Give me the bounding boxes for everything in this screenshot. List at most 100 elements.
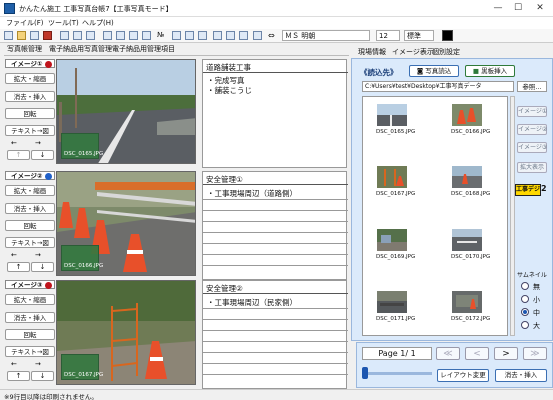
digi-badge[interactable]: 工事デジ — [515, 184, 541, 196]
move-down-button-2[interactable]: ↓ — [31, 262, 54, 272]
swap-icon[interactable]: ⇔ — [268, 31, 275, 40]
thumbnail-image[interactable] — [377, 104, 407, 126]
rotate-button-1[interactable]: 回転 — [5, 108, 55, 119]
thumbnail-image[interactable] — [452, 166, 482, 188]
blackboard-insert-button[interactable]: ■ 黒板挿入 — [465, 65, 515, 77]
image-slot-button-3[interactable]: イメージ③ — [517, 142, 547, 153]
size-medium-radio[interactable] — [521, 308, 529, 316]
size-large-label: 大 — [533, 322, 540, 330]
align-right-icon[interactable] — [239, 31, 248, 40]
print-icon[interactable] — [142, 31, 151, 40]
thumbnail-image[interactable] — [452, 229, 482, 251]
note-card-2[interactable]: 安全管理① ・工事現場周辺（道路側） — [202, 171, 348, 280]
zoom-view-button[interactable]: 拡大表示 — [517, 162, 547, 173]
last-page-button[interactable]: ≫ — [523, 347, 547, 360]
tab-image-view[interactable]: イメージ表示 — [392, 47, 434, 57]
zoom-in-icon[interactable] — [103, 31, 112, 40]
right-arrow-icon[interactable]: → — [35, 360, 41, 368]
copy-page-icon[interactable] — [198, 31, 207, 40]
first-page-button[interactable]: ≪ — [436, 347, 460, 360]
thumbnail-scrollbar[interactable] — [510, 96, 515, 336]
card-rule — [203, 210, 348, 211]
open-folder-icon[interactable] — [17, 31, 26, 40]
color-swatch[interactable] — [442, 30, 453, 41]
tab-e-delivery-items[interactable]: 電子納品用管理項目 — [112, 44, 175, 55]
thumbnail-image[interactable] — [377, 291, 407, 313]
size-small-radio[interactable] — [521, 295, 529, 303]
menu-file[interactable]: ファイル(F) — [6, 18, 44, 28]
zoom-button-2[interactable]: 拡大・縮画 — [5, 185, 55, 196]
tab-e-delivery-photo[interactable]: 電子納品用写真管理 — [49, 44, 112, 55]
rotate-button-2[interactable]: 回転 — [5, 220, 55, 231]
align-left-icon[interactable] — [213, 31, 222, 40]
tab-individual-settings[interactable]: 個別設定 — [432, 47, 460, 57]
blackboard-overlay: DSC_0166.JPG — [61, 245, 103, 271]
picture-tool-icon[interactable] — [185, 31, 194, 40]
page-slider-thumb[interactable] — [362, 367, 368, 379]
note-card-1[interactable]: 道路舗装工事 ・完成写真 ・舗装こうじ — [202, 59, 348, 168]
font-size-select[interactable]: 12 — [376, 30, 400, 41]
photo-read-button[interactable]: ◙ 写真読込 — [409, 65, 459, 77]
right-arrow-icon[interactable]: → — [35, 139, 41, 147]
thumbnail-image[interactable] — [377, 229, 407, 251]
minimize-button[interactable]: — — [490, 0, 506, 16]
text-to-image-button-1[interactable]: テキスト→図 — [5, 125, 55, 136]
cut-icon[interactable] — [60, 31, 69, 40]
pdf-icon[interactable] — [43, 31, 52, 40]
align-center-icon[interactable] — [226, 31, 235, 40]
new-file-icon[interactable] — [4, 31, 13, 40]
close-button[interactable]: ✕ — [532, 0, 548, 16]
save-icon[interactable] — [30, 31, 39, 40]
fit-page-icon[interactable] — [129, 31, 138, 40]
thumbnail-image[interactable] — [452, 104, 482, 126]
prev-page-button[interactable]: < — [465, 347, 489, 360]
left-arrow-icon[interactable]: ← — [11, 360, 17, 368]
folder-path-field[interactable]: C:¥Users¥test¥Desktop¥工事写真データ — [362, 81, 514, 92]
maximize-button[interactable]: ☐ — [510, 0, 526, 16]
move-up-button-1[interactable]: ↑ — [7, 150, 30, 160]
zoom-out-icon[interactable] — [116, 31, 125, 40]
insert-button-3[interactable]: 消去・挿入 — [5, 312, 55, 323]
photo-3[interactable]: DSC_0167.JPG — [56, 280, 196, 385]
text-to-image-button-3[interactable]: テキスト→図 — [5, 346, 55, 357]
photo-2[interactable]: DSC_0166.JPG — [56, 171, 196, 276]
next-page-button[interactable]: > — [494, 347, 518, 360]
image-slot-button-2[interactable]: イメージ② — [517, 124, 547, 135]
move-down-button-1[interactable]: ↓ — [31, 150, 54, 160]
zoom-button-3[interactable]: 拡大・縮画 — [5, 294, 55, 305]
move-up-button-2[interactable]: ↑ — [7, 262, 30, 272]
font-name-select[interactable]: ＭＳ 明朝 — [282, 30, 370, 41]
browse-button[interactable]: 参照... — [517, 81, 547, 92]
number-tool[interactable]: № — [157, 31, 164, 39]
erase-insert-button[interactable]: 消去・挿入 — [495, 369, 547, 382]
move-down-button-3[interactable]: ↓ — [31, 371, 54, 381]
insert-button-1[interactable]: 消去・挿入 — [5, 91, 55, 102]
size-large-radio[interactable] — [521, 321, 529, 329]
insert-button-2[interactable]: 消去・挿入 — [5, 203, 55, 214]
left-arrow-icon[interactable]: ← — [11, 139, 17, 147]
move-up-button-3[interactable]: ↑ — [7, 371, 30, 381]
right-arrow-icon[interactable]: → — [35, 251, 41, 259]
card-rule — [203, 254, 348, 255]
tab-site-info[interactable]: 現場情報 — [358, 47, 386, 57]
menu-help[interactable]: ヘルプ(H) — [82, 18, 114, 28]
text-tool-icon[interactable] — [172, 31, 181, 40]
zoom-button-1[interactable]: 拡大・縮画 — [5, 73, 55, 84]
rotate-button-3[interactable]: 回転 — [5, 329, 55, 340]
note-card-3[interactable]: 安全管理② ・工事現場周辺（民家側） — [202, 280, 348, 389]
photo-1[interactable]: DSC_0165.JPG — [56, 59, 196, 164]
paste-icon[interactable] — [86, 31, 95, 40]
layout-change-button[interactable]: レイアウト変更 — [437, 369, 489, 382]
left-arrow-icon[interactable]: ← — [11, 251, 17, 259]
tab-photo-book[interactable]: 写真帳管理 — [7, 44, 42, 55]
layout-icon[interactable] — [253, 31, 262, 40]
text-to-image-button-2[interactable]: テキスト→図 — [5, 237, 55, 248]
copy-icon[interactable] — [73, 31, 82, 40]
thumbnail-image[interactable] — [452, 291, 482, 313]
size-none-radio[interactable] — [521, 282, 529, 290]
font-style-select[interactable]: 標準 — [404, 30, 434, 41]
thumbnail-image[interactable] — [377, 166, 407, 188]
image-slot-button-1[interactable]: イメージ① — [517, 106, 547, 117]
menu-tools[interactable]: ツール(T) — [48, 18, 79, 28]
size-none-label: 無 — [533, 283, 540, 291]
